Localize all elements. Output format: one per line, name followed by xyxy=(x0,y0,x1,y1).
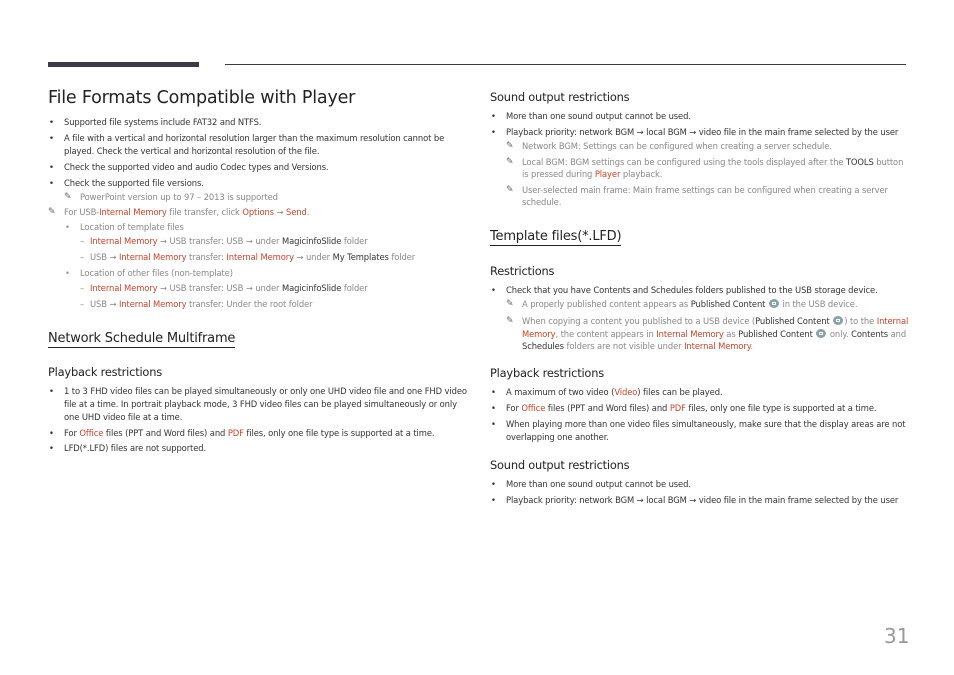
note: ✎ User-selected main frame: Main frame se… xyxy=(506,184,888,207)
list-item: Check the supported video and audio Code… xyxy=(48,161,468,174)
page-number: 31 xyxy=(884,624,910,648)
header-rule xyxy=(225,64,906,65)
note: ✎ Network BGM: Settings can be configured… xyxy=(506,140,832,151)
nsm-list: 1 to 3 FHD video files can be played sim… xyxy=(48,385,468,455)
list-item: For Office files (PPT and Word files) an… xyxy=(48,427,468,440)
dash-item: Internal Memory → USB transfer: USB → un… xyxy=(64,235,468,248)
dash-item: USB → Internal Memory transfer: Internal… xyxy=(64,251,468,264)
note: ✎ When copying a content you published to… xyxy=(506,316,909,351)
location-list: Location of other files (non-template) xyxy=(64,267,468,280)
pencil-icon: ✎ xyxy=(48,207,56,218)
left-column: File Formats Compatible with Player Supp… xyxy=(48,88,468,458)
pencil-icon: ✎ xyxy=(506,299,514,310)
list-item: Playback priority: network BGM → local B… xyxy=(490,126,910,139)
dash-item: USB → Internal Memory transfer: Under th… xyxy=(64,298,468,311)
other-location-lines: Internal Memory → USB transfer: USB → un… xyxy=(64,282,468,310)
note: ✎ Local BGM: BGM settings can be configur… xyxy=(506,156,904,179)
section-heading-nsm: Network Schedule Multiframe xyxy=(48,330,236,348)
page-title: File Formats Compatible with Player xyxy=(48,88,356,108)
pencil-icon: ✎ xyxy=(64,191,72,202)
restrictions-list: Check that you have Contents and Schedul… xyxy=(490,284,910,297)
template-location-lines: Internal Memory → USB transfer: USB → un… xyxy=(64,235,468,263)
list-item: More than one sound output cannot be use… xyxy=(490,110,910,123)
list-item: Location of template files xyxy=(64,221,468,234)
list-item: 1 to 3 FHD video files can be played sim… xyxy=(48,385,468,423)
section-heading-template: Template files(*.LFD) xyxy=(490,229,622,247)
restrictions-notes: ✎ A properly published content appears as… xyxy=(506,298,910,352)
list-item: Playback priority: network BGM → local B… xyxy=(490,494,910,507)
subheading-playback: Playback restrictions xyxy=(48,364,162,379)
published-content-icon xyxy=(816,328,827,338)
note-usb-transfer: ✎ For USB-Internal Memory file transfer,… xyxy=(48,207,310,218)
list-item: For Office files (PPT and Word files) an… xyxy=(490,402,910,415)
send-label: Send xyxy=(286,207,307,218)
list-item: Location of other files (non-template) xyxy=(64,267,468,280)
pencil-icon: ✎ xyxy=(506,316,514,327)
playback-list: A maximum of two video (Video) files can… xyxy=(490,386,910,444)
list-item: Check the supported file versions. xyxy=(48,177,468,190)
list-item: Supported file systems include FAT32 and… xyxy=(48,116,468,129)
intro-list: Supported file systems include FAT32 and… xyxy=(48,116,468,190)
subheading-sound: Sound output restrictions xyxy=(490,457,630,472)
pencil-icon: ✎ xyxy=(506,184,514,195)
location-list: Location of template files xyxy=(64,221,468,234)
list-item: LFD(*.LFD) files are not supported. xyxy=(48,442,468,455)
pencil-icon: ✎ xyxy=(506,156,514,167)
published-content-icon xyxy=(768,299,779,309)
subheading-sound: Sound output restrictions xyxy=(490,90,630,104)
subheading-playback: Playback restrictions xyxy=(490,366,604,381)
sound-list: More than one sound output cannot be use… xyxy=(490,110,910,139)
sound-notes: ✎ Network BGM: Settings can be configured… xyxy=(506,140,910,208)
list-item: When playing more than one video files s… xyxy=(490,418,910,444)
internal-memory-link: Internal Memory xyxy=(99,207,167,218)
options-label: Options xyxy=(242,207,274,218)
template-section: Template files(*.LFD) Restrictions Check… xyxy=(490,225,910,506)
note: ✎ A properly published content appears as… xyxy=(506,299,858,310)
note-powerpoint: ✎ PowerPoint version up to 97 – 2013 is … xyxy=(64,191,278,202)
right-column: Sound output restrictions More than one … xyxy=(490,88,910,510)
list-item: Check that you have Contents and Schedul… xyxy=(490,284,910,297)
subheading-restrictions: Restrictions xyxy=(490,264,555,279)
published-content-icon xyxy=(833,316,844,326)
list-item: A maximum of two video (Video) files can… xyxy=(490,386,910,399)
list-item: More than one sound output cannot be use… xyxy=(490,478,910,491)
dash-item: Internal Memory → USB transfer: USB → un… xyxy=(64,282,468,295)
sound-list: More than one sound output cannot be use… xyxy=(490,478,910,507)
header-bar-thick xyxy=(48,62,199,67)
pencil-icon: ✎ xyxy=(506,140,514,151)
nsm-section: Network Schedule Multiframe Playback res… xyxy=(48,327,468,455)
list-item: A file with a vertical and horizontal re… xyxy=(48,132,468,158)
